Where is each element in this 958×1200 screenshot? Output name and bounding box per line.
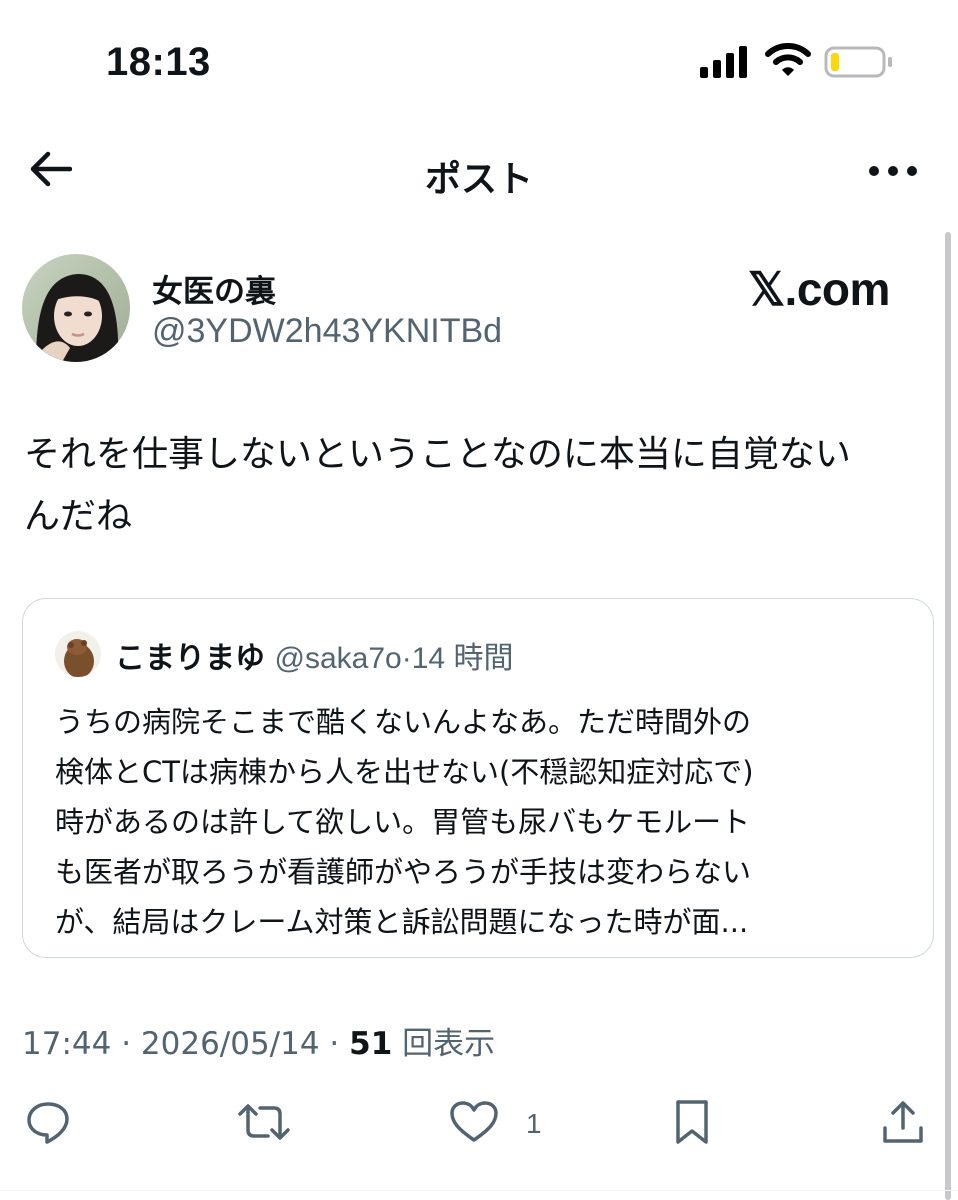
post-text-line: んだね — [24, 496, 133, 537]
action-bar: 1 — [0, 1090, 958, 1160]
views-count[interactable]: 51 — [349, 1026, 392, 1062]
author-handle[interactable]: @3YDW2h43YKNITBd — [152, 312, 502, 351]
quoted-author-handle: @saka7o — [274, 642, 402, 675]
quoted-author-avatar — [55, 631, 101, 677]
scrollbar[interactable] — [945, 232, 951, 1200]
page-title: ポスト — [424, 159, 533, 200]
more-options-button[interactable] — [858, 148, 928, 194]
author-name[interactable]: 女医の裏 — [152, 266, 276, 311]
author-avatar[interactable] — [22, 254, 130, 362]
reply-icon — [24, 1098, 72, 1150]
status-time: 18:13 — [106, 40, 211, 84]
repost-icon — [236, 1098, 292, 1150]
bookmark-icon — [672, 1098, 712, 1150]
share-button[interactable] — [880, 1098, 926, 1150]
quoted-post-header: こまりまゆ @saka7o·14 時間 — [115, 633, 513, 677]
quoted-text-line: も医者が取ろうが看護師がやろうが手技は変わらない — [55, 855, 752, 889]
quoted-author-name: こまりまゆ — [115, 641, 265, 676]
quoted-text-line: が、結局はクレーム対策と訴訟問題になった時が面... — [55, 905, 749, 939]
bookmark-button[interactable] — [672, 1098, 712, 1150]
post-meta: 17:44 · 2026/05/14 · 51 回表示 — [22, 1018, 495, 1063]
cellular-signal-icon — [700, 46, 750, 82]
views-label: 回表示 — [392, 1026, 496, 1062]
x-com-watermark: 𝕏.com — [748, 263, 890, 315]
wifi-icon — [765, 42, 811, 82]
post-text: それを仕事しないということなのに本当に自覚ない んだね — [24, 424, 924, 548]
quoted-post-card[interactable]: こまりまゆ @saka7o·14 時間 うちの病院そこまで酷くないんよなあ。ただ… — [22, 598, 934, 958]
more-horizontal-icon — [868, 162, 918, 181]
quoted-text-line: 時があるのは許して欲しい。胃管も尿バもケモルート — [55, 805, 751, 839]
quoted-text-line: 検体とCTは病棟から人を出せない(不穏認知症対応で) — [55, 755, 754, 789]
nav-header: ポスト — [0, 130, 958, 220]
quoted-text-line: うちの病院そこまで酷くないんよなあ。ただ時間外の — [55, 705, 752, 739]
like-count: 1 — [526, 1108, 542, 1139]
like-button[interactable]: 1 — [448, 1098, 542, 1150]
quoted-post-text: うちの病院そこまで酷くないんよなあ。ただ時間外の 検体とCTは病棟から人を出せな… — [55, 697, 905, 947]
post-timestamp: 17:44 · 2026/05/14 · — [22, 1026, 350, 1062]
separator-dot: · — [401, 642, 412, 675]
quoted-post-time: 14 時間 — [411, 642, 514, 675]
status-bar: 18:13 — [0, 0, 958, 120]
reply-button[interactable] — [24, 1098, 72, 1150]
heart-icon — [448, 1098, 500, 1150]
post-text-line: それを仕事しないということなのに本当に自覚ない — [24, 434, 851, 475]
repost-button[interactable] — [236, 1098, 292, 1150]
share-icon — [880, 1098, 926, 1150]
bottom-divider — [0, 1190, 958, 1191]
battery-icon — [824, 46, 894, 82]
